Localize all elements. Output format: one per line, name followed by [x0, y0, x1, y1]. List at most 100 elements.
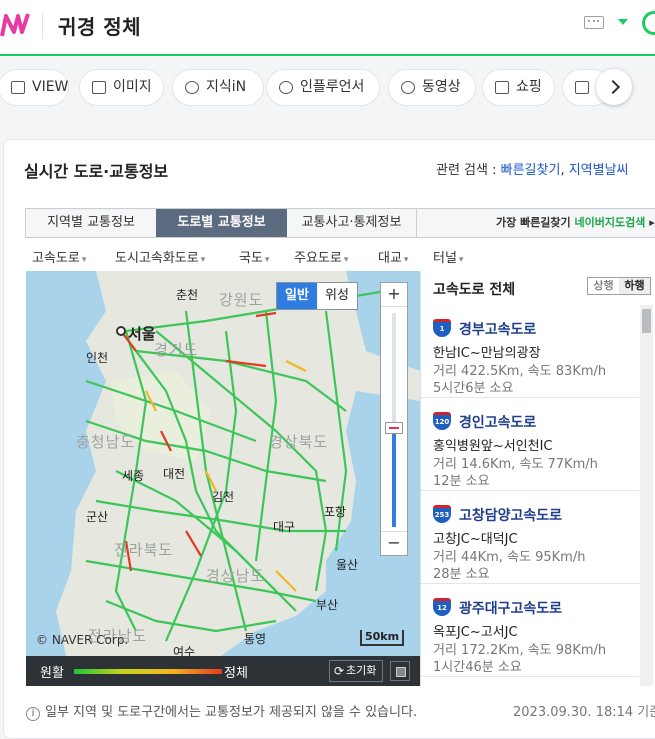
map-type-normal[interactable]: 일반 — [277, 283, 317, 309]
route-shield-icon: 253 — [433, 505, 451, 523]
direction-up[interactable]: 상행 — [588, 278, 619, 294]
zoom-in-button[interactable]: + — [381, 283, 407, 307]
road-time: 12분 소요 — [433, 474, 490, 489]
map-type-toggle: 일반 위성 — [276, 282, 358, 310]
map-copyright: © NAVER Corp. — [36, 633, 129, 647]
top-bar: 귀경 정체 — [0, 0, 655, 56]
road-name[interactable]: 경인고속도로 — [459, 412, 536, 432]
map-label: 포항 — [324, 505, 347, 519]
subtab-region[interactable]: 지역별 교통정보 — [26, 209, 156, 237]
map-label: 울산 — [336, 558, 359, 572]
timestamp: 2023.09.30. 18:14 기준 — [513, 705, 655, 720]
map-label: 경상남도 — [206, 567, 266, 585]
list-item[interactable]: 1 경부고속도로 한남IC~만남의광장 거리 422.5Km, 속도 83Km/… — [421, 305, 639, 398]
related-link[interactable]: 지역별날씨 — [569, 163, 629, 178]
info-note: i 일부 지역 및 도로구간에서는 교통정보가 제공되지 않을 수 있습니다. — [26, 701, 417, 721]
map-label: 경상북도 — [269, 433, 329, 451]
tabs-next-button[interactable] — [596, 69, 632, 105]
naver-logo-icon[interactable] — [0, 10, 30, 40]
subtab-accident[interactable]: 교통사고·통제정보 — [287, 209, 416, 237]
map-label: 전라북도 — [114, 541, 174, 559]
traffic-map[interactable]: 춘천 강원도 서울 인천 경기도 충청남도 경상북도 세종 대전 김천 군산 대… — [26, 271, 420, 656]
fastest-route-link[interactable]: 가장 빠른길찾기 네이버지도검색 ▸ — [496, 209, 655, 237]
map-scale: 50km — [360, 630, 404, 646]
traffic-legend: 원활 정체 초기화 — [26, 656, 420, 686]
bag-icon — [495, 81, 509, 94]
road-type-bridge[interactable]: 대교 — [378, 247, 408, 266]
zoom-level-fill — [392, 433, 396, 527]
caret-down-icon[interactable] — [618, 19, 628, 25]
legend-smooth: 원활 — [40, 666, 64, 681]
list-item[interactable]: 120 경인고속도로 홍익병원앞~서인천IC 거리 14.6Km, 속도 77K… — [421, 398, 639, 491]
map-minimize-button[interactable] — [390, 661, 410, 681]
road-type-expressway[interactable]: 고속도로 — [32, 247, 86, 266]
route-shield-icon: 120 — [433, 412, 451, 430]
road-section: 옥포JC~고서JC — [433, 625, 518, 640]
q-icon — [185, 81, 199, 94]
map-label: 충청남도 — [76, 433, 136, 451]
road-section: 한남IC~만남의광장 — [433, 346, 541, 361]
road-name[interactable]: 광주대구고속도로 — [459, 598, 562, 618]
tab-view[interactable]: VIEW — [0, 69, 69, 106]
map-label: 세종 — [122, 469, 145, 483]
list-item[interactable]: 253 고창담양고속도로 고창JC~대덕JC 거리 44Km, 속도 95Km/… — [421, 491, 639, 584]
map-label: 서울 — [128, 325, 156, 343]
map-label: 부산 — [316, 598, 339, 612]
tab-shopping[interactable]: 쇼핑 — [482, 69, 555, 106]
tab-image[interactable]: 이미지 — [79, 69, 164, 106]
document-icon — [11, 81, 25, 94]
map-reset-button[interactable]: 초기화 — [329, 660, 383, 682]
play-icon — [401, 81, 415, 94]
related-search: 관련 검색 : 빠른길찾기, 지역별날씨 — [436, 163, 629, 178]
keyboard-icon[interactable] — [584, 16, 604, 29]
traffic-panel: 실시간 도로·교통정보 관련 검색 : 빠른길찾기, 지역별날씨 지역별 교통정… — [3, 139, 655, 739]
korea-map — [56, 271, 420, 656]
search-button-icon[interactable] — [642, 11, 655, 35]
tab-video[interactable]: 동영상 — [388, 69, 476, 106]
traffic-subtabs: 지역별 교통정보 도로별 교통정보 교통사고·통제정보 가장 빠른길찾기 네이버… — [25, 208, 655, 238]
road-time: 28분 소요 — [433, 567, 490, 582]
map-label: 김천 — [212, 490, 235, 504]
map-label: 대전 — [163, 467, 186, 481]
route-shield-icon: 12 — [433, 598, 451, 616]
list-title: 고속도로 전체 — [433, 282, 516, 298]
map-label: 강원도 — [219, 291, 264, 309]
route-shield-icon: 1 — [433, 319, 451, 337]
zoom-handle[interactable] — [385, 422, 403, 434]
tab-kin[interactable]: 지식iN — [172, 69, 264, 106]
divider — [42, 13, 43, 39]
expressway-list: 고속도로 전체 상행 하행 1 경부고속도로 한남IC~만남의광장 거리 422.… — [420, 271, 655, 686]
subtab-road[interactable]: 도로별 교통정보 — [156, 209, 287, 237]
legend-jam: 정체 — [224, 666, 248, 681]
road-time: 5시간6분 소요 — [433, 381, 514, 396]
image-icon — [92, 81, 106, 94]
road-type-national-road[interactable]: 국도 — [239, 247, 269, 266]
road-section: 고창JC~대덕JC — [433, 532, 518, 547]
list-item[interactable]: 12 광주대구고속도로 옥포JC~고서JC 거리 172.2Km, 속도 98K… — [421, 584, 639, 677]
search-tabs: VIEW 이미지 지식iN 인플루언서 동영상 쇼핑 — [0, 64, 655, 110]
search-query[interactable]: 귀경 정체 — [58, 11, 141, 40]
tab-influencer[interactable]: 인플루언서 — [266, 69, 380, 106]
related-link[interactable]: 빠른길찾기 — [501, 163, 561, 178]
list-scrollbar[interactable] — [640, 305, 653, 686]
road-type-main-road[interactable]: 주요도로 — [294, 247, 348, 266]
road-name[interactable]: 고창담양고속도로 — [459, 505, 562, 525]
zoom-control: + − — [380, 282, 408, 556]
road-section: 홍익병원앞~서인천IC — [433, 439, 553, 454]
map-label: 통영 — [244, 632, 267, 646]
person-icon — [279, 81, 293, 94]
road-time: 1시간46분 소요 — [433, 660, 522, 675]
map-label: 여수 — [173, 645, 196, 656]
map-type-satellite[interactable]: 위성 — [317, 283, 357, 309]
map-label: 경기도 — [154, 341, 199, 359]
road-type-urban-expressway[interactable]: 도시고속화도로 — [115, 247, 205, 266]
direction-down[interactable]: 하행 — [619, 278, 650, 294]
road-name[interactable]: 경부고속도로 — [459, 319, 536, 339]
map-label: 군산 — [86, 510, 109, 524]
road-type-tunnel[interactable]: 터널 — [433, 247, 463, 266]
divider — [416, 209, 417, 237]
legend-gradient — [74, 669, 222, 674]
scrollbar-thumb[interactable] — [642, 309, 651, 333]
info-icon: i — [26, 707, 40, 721]
zoom-out-button[interactable]: − — [381, 531, 407, 555]
